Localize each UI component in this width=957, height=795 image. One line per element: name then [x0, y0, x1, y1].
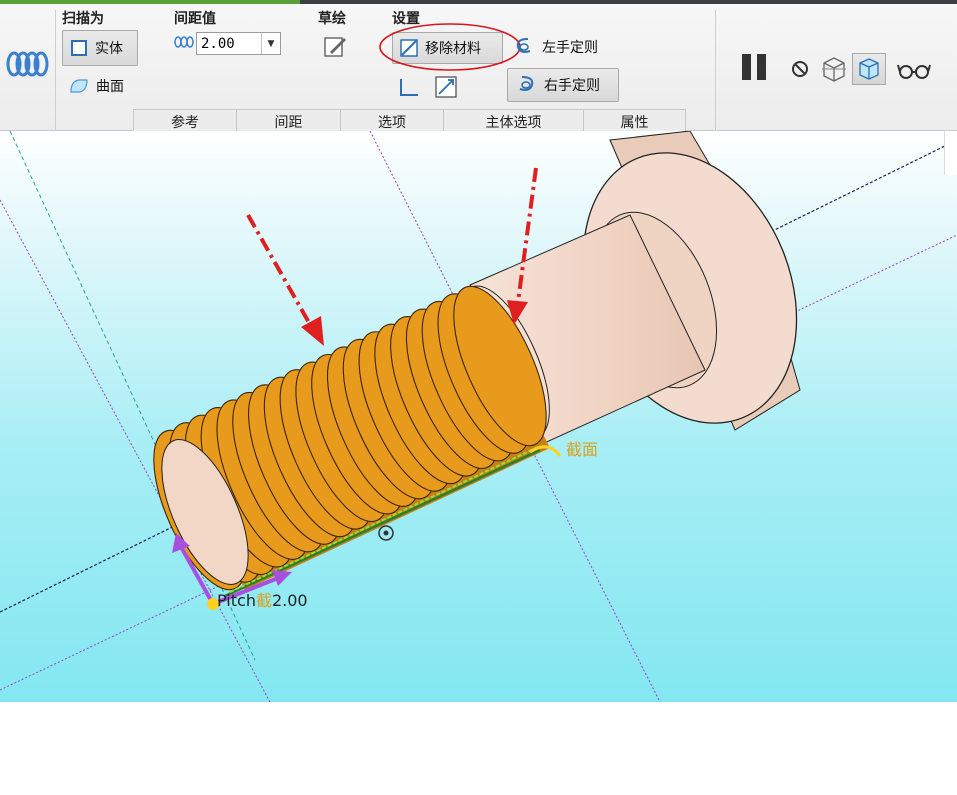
surface-icon	[70, 79, 88, 93]
tab-properties[interactable]: 属性	[583, 109, 686, 133]
verify-mode-button[interactable]	[852, 53, 886, 85]
watermark-brand: Baidu	[733, 733, 818, 770]
pitch-annotation: Pitch截2.00	[217, 587, 308, 611]
pitch-value-text[interactable]	[197, 34, 265, 53]
pitch-icon	[174, 36, 194, 48]
trajectory-icon[interactable]	[398, 76, 420, 98]
left-hand-helix-icon	[516, 38, 531, 53]
right-hand-helix-icon	[519, 76, 534, 91]
left-hand-rule-label: 左手定则	[542, 40, 598, 56]
no-preview-icon[interactable]	[789, 58, 811, 80]
red-arrow-1	[246, 214, 324, 346]
tab-pitch[interactable]: 间距	[236, 109, 341, 133]
ribbon-separator	[715, 10, 716, 130]
highlight-circle	[379, 23, 521, 71]
baidu-watermark: Baidu 经验 jingyan.baidu.com	[733, 729, 920, 795]
preview-wireframe-icon[interactable]	[819, 55, 849, 83]
tab-options[interactable]: 选项	[340, 109, 444, 133]
solid-label: 实体	[95, 41, 123, 57]
tab-body-options[interactable]: 主体选项	[443, 109, 584, 133]
watermark-brand-cn: 经验	[856, 736, 920, 772]
normal-to-trajectory-icon[interactable]	[434, 75, 458, 99]
pitch-value-input[interactable]: ▼	[196, 32, 281, 55]
sketch-group-title: 草绘	[318, 11, 346, 27]
solid-icon	[71, 40, 87, 56]
pitch-annotation-overlap: 截	[255, 591, 272, 610]
surface-label: 曲面	[96, 79, 124, 95]
pause-icon[interactable]	[740, 52, 772, 82]
pitch-dropdown-arrow[interactable]: ▼	[261, 33, 280, 54]
ribbon-separator	[55, 10, 56, 130]
pitch-group-title: 间距值	[174, 11, 216, 27]
pitch-annotation-label: Pitch	[217, 591, 256, 610]
section-annotation: 截面	[566, 440, 599, 459]
sweep-as-group-title: 扫描为	[62, 11, 104, 27]
glasses-icon[interactable]	[896, 59, 932, 81]
model-scene[interactable]	[0, 131, 957, 702]
sketch-edit-icon[interactable]	[322, 34, 348, 60]
verify-mode-icon	[859, 58, 879, 80]
left-hand-rule-button[interactable]: 左手定则	[512, 34, 598, 60]
paw-logo-icon	[821, 738, 853, 765]
helical-sweep-icon	[6, 51, 49, 77]
watermark-url: jingyan.baidu.com	[733, 775, 871, 794]
dashboard-ribbon: 扫描为 实体 曲面 间距值 ▼ 草绘 设置 移除材料 左手定则 右手定则	[0, 4, 957, 133]
surface-button[interactable]: 曲面	[68, 74, 124, 98]
right-hand-rule-label: 右手定则	[544, 78, 600, 94]
thread-section[interactable]	[135, 274, 565, 602]
pitch-annotation-value: 2.00	[271, 591, 308, 610]
solid-button[interactable]: 实体	[62, 30, 138, 66]
graphics-viewport[interactable]: Pitch截2.00 截面 Baidu 经验 jingyan.baidu.com	[0, 131, 957, 794]
viewport-scrollbar[interactable]	[944, 131, 957, 175]
right-hand-rule-button[interactable]: 右手定则	[507, 68, 619, 102]
tab-references[interactable]: 参考	[133, 109, 237, 133]
